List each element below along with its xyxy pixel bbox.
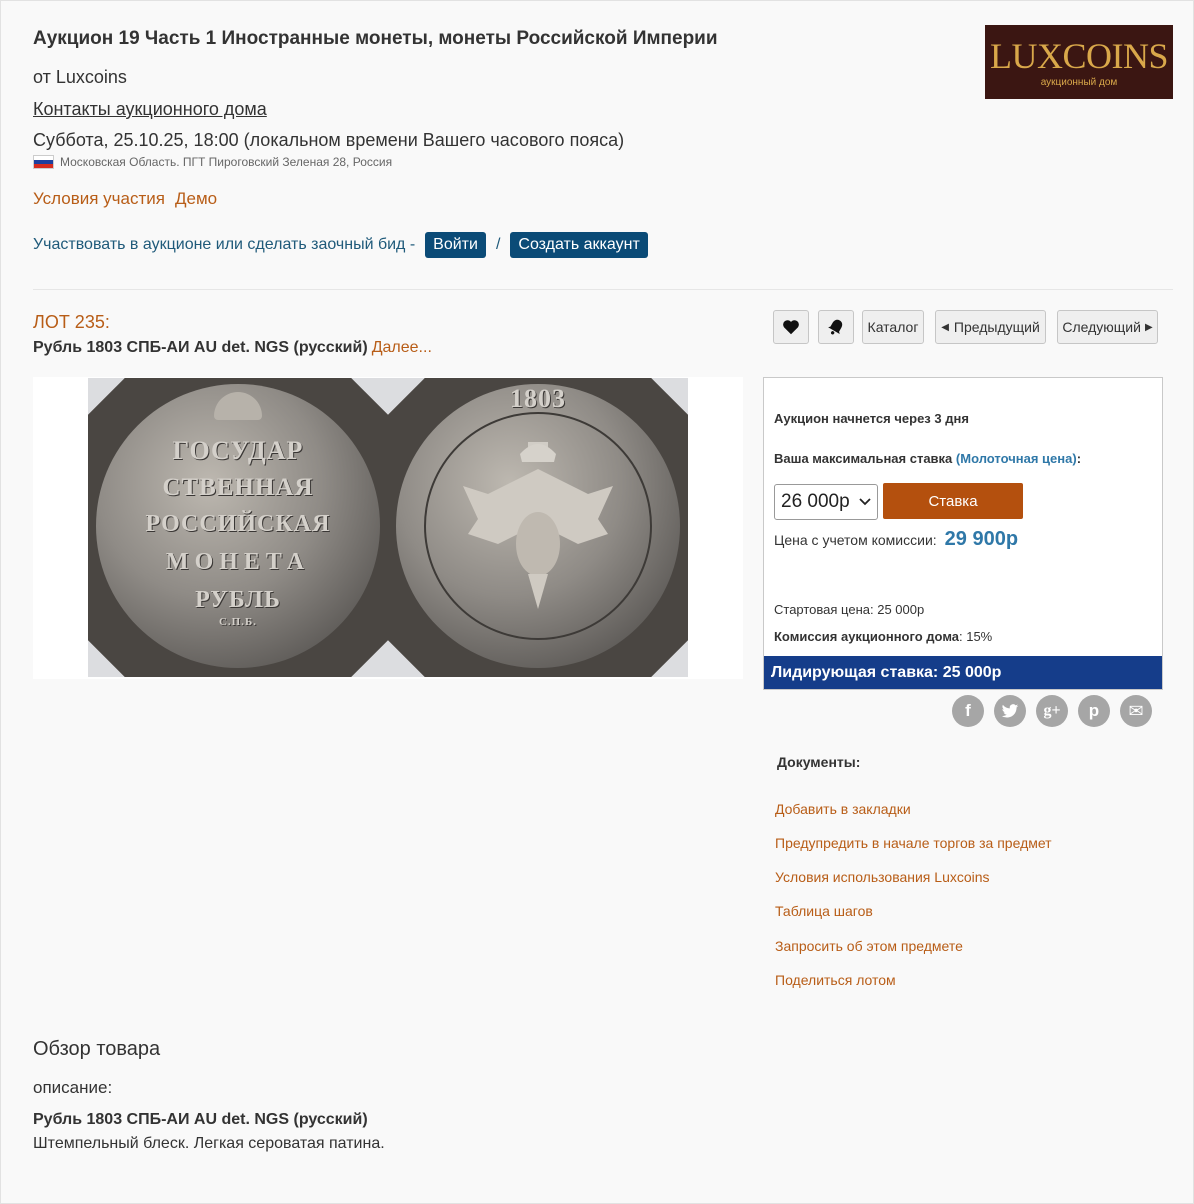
description-title: Рубль 1803 СПБ-АИ AU det. NGS (русский) [33, 1111, 368, 1128]
auction-date: Суббота, 25.10.25, 18:00 (локальном врем… [33, 130, 625, 150]
start-price: Стартовая цена: 25 000р [774, 602, 925, 617]
participate-text: Участвовать в аукционе или сделать заочн… [33, 236, 416, 253]
bookmark-link[interactable]: Добавить в закладки [775, 801, 911, 817]
hammer-price-link[interactable]: (Молоточная цена) [956, 451, 1077, 466]
inquire-link[interactable]: Запросить об этом предмете [775, 938, 963, 954]
location-text: Московская Область. ПГТ Пироговский Зеле… [60, 155, 393, 169]
share-icons: f g+ p ✉ [952, 695, 1152, 727]
house-fee: Комиссия аукционного дома: 15% [774, 629, 992, 644]
commission-price-value: 29 900р [944, 528, 1019, 550]
auction-starts-in: Аукцион начнется через 3 дня [774, 411, 969, 426]
description-label: описание: [33, 1078, 113, 1097]
description-text: Штемпельный блеск. Легкая сероватая пати… [33, 1135, 385, 1152]
increment-table-link[interactable]: Таблица шагов [775, 903, 873, 919]
auction-house: от Luxcoins [33, 67, 127, 87]
notify-link[interactable]: Предупредить в начале торгов за предмет [775, 835, 1052, 851]
commission-price-label: Цена с учетом комиссии: [774, 532, 937, 548]
coin-reverse-image: 1803 [388, 378, 688, 677]
terms-links: Условия участия Демо [33, 189, 217, 209]
caret-left-icon: ◀ [941, 321, 949, 333]
divider [33, 289, 1173, 290]
twitter-icon[interactable] [994, 695, 1026, 727]
heart-icon [783, 320, 799, 335]
lot-title-row: Рубль 1803 СПБ-АИ AU det. NGS (русский) Д… [33, 339, 432, 357]
pinterest-icon[interactable]: p [1078, 695, 1110, 727]
next-button[interactable]: Следующий ▶ [1057, 310, 1158, 344]
max-bid-value: 26 000р [781, 491, 850, 512]
leading-bid-bar: Лидирующая ставка: 25 000р [764, 656, 1162, 689]
auction-title: Аукцион 19 Часть 1 Иностранные монеты, м… [33, 28, 718, 49]
login-button[interactable]: Войти [425, 232, 486, 258]
contacts-link[interactable]: Контакты аукционного дома [33, 99, 267, 120]
terms-of-use-link[interactable]: Условия использования Luxcoins [775, 869, 990, 885]
terms-link[interactable]: Условия участия [33, 189, 165, 209]
lot-image[interactable]: ГОСУДАР СТВЕННАЯ РОССИЙСКАЯ МОНЕТА РУБЛЬ… [33, 377, 743, 679]
bid-panel: Аукцион начнется через 3 дня Ваша максим… [763, 377, 1163, 690]
catalog-button[interactable]: Каталог [862, 310, 924, 344]
previous-label: Предыдущий [953, 319, 1040, 335]
previous-button[interactable]: ◀ Предыдущий [935, 310, 1046, 344]
share-lot-link[interactable]: Поделиться лотом [775, 972, 896, 988]
twitter-bird-icon [1001, 703, 1019, 718]
logo-subtitle: аукционный дом [1040, 76, 1118, 88]
chevron-down-icon [859, 498, 871, 506]
more-link[interactable]: Далее... [372, 339, 432, 356]
favorite-button[interactable] [773, 310, 809, 344]
next-label: Следующий [1062, 319, 1141, 335]
register-button[interactable]: Создать аккаунт [510, 232, 648, 258]
house-fee-label: Комиссия аукционного дома [774, 629, 959, 644]
place-bid-button[interactable]: Ставка [883, 483, 1023, 519]
documents-title: Документы: [777, 754, 861, 770]
participate-row: Участвовать в аукционе или сделать заочн… [33, 232, 648, 258]
overview-title: Обзор товара [33, 1038, 161, 1060]
facebook-icon[interactable]: f [952, 695, 984, 727]
caret-right-icon: ▶ [1144, 321, 1153, 333]
email-icon[interactable]: ✉ [1120, 695, 1152, 727]
max-bid-select[interactable]: 26 000р [774, 484, 878, 520]
auction-location: Московская Область. ПГТ Пироговский Зеле… [33, 155, 392, 169]
lot-title: Рубль 1803 СПБ-АИ AU det. NGS (русский) [33, 339, 368, 356]
commission-price: Цена с учетом комиссии: 29 900р [774, 528, 1018, 551]
logo-wordmark: LUXCOINS [989, 35, 1169, 76]
demo-link[interactable]: Демо [175, 189, 217, 209]
house-fee-value: : 15% [959, 629, 993, 644]
russia-flag-icon [33, 155, 54, 169]
coin-obverse-image: ГОСУДАР СТВЕННАЯ РОССИЙСКАЯ МОНЕТА РУБЛЬ… [88, 378, 388, 677]
bell-icon [828, 319, 843, 335]
alert-button[interactable] [818, 310, 854, 344]
google-plus-icon[interactable]: g+ [1036, 695, 1068, 727]
lot-number: ЛОТ 235: [33, 312, 110, 332]
max-bid-label: Ваша максимальная ставка (Молоточная цен… [774, 451, 1082, 466]
double-headed-eagle-icon [463, 442, 613, 609]
separator: / [495, 236, 501, 253]
auction-house-logo[interactable]: LUXCOINS аукционный дом [985, 25, 1173, 99]
